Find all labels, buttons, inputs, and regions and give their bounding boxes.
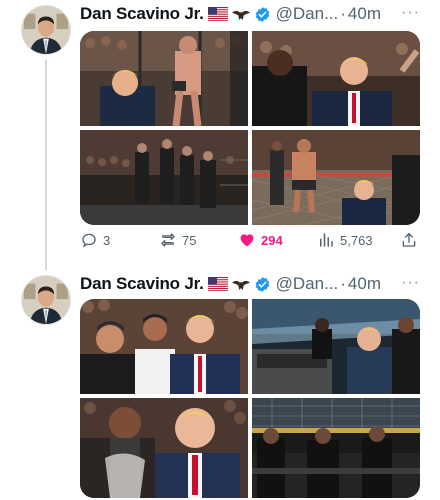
arena-seats-photo[interactable] [252,299,420,394]
repost-button[interactable]: 75 [159,231,196,249]
eagle-icon [231,279,250,290]
more-options-icon[interactable]: ··· [401,4,420,22]
tweet-actions: 3 75 294 5,763 [80,230,418,250]
share-icon [402,232,416,247]
tweet-1[interactable]: Dan Scavino Jr. @Dan... · 40m ··· 3 75 2… [0,0,440,262]
avatar[interactable] [21,5,71,55]
eagle-icon [231,9,250,20]
author-handle[interactable]: @Dan... [276,274,339,294]
more-options-icon[interactable]: ··· [401,274,420,292]
us-flag-icon [207,7,228,21]
views-chart-icon [320,233,333,247]
author-handle[interactable]: @Dan... [276,4,339,24]
us-flag-icon [207,277,228,291]
crowd-close-photo[interactable] [80,398,248,498]
media-grid [80,299,420,498]
like-button[interactable]: 294 [238,231,283,249]
views-count: 5,763 [340,232,373,248]
media-grid [80,31,420,225]
heart-filled-icon [240,234,254,247]
like-count: 294 [261,232,283,248]
separator-dot: · [340,4,346,23]
views-button[interactable]: 5,763 [317,231,373,249]
reply-count: 3 [103,232,111,248]
tweet-header: Dan Scavino Jr. @Dan... · 40m [80,2,381,26]
reply-button[interactable]: 3 [80,231,110,249]
verified-badge-icon [255,6,269,22]
reply-icon [82,233,96,248]
repost-count: 75 [182,232,197,248]
verified-badge-icon [255,276,269,292]
ufc-octagon-photo-2[interactable] [252,31,420,126]
share-button[interactable] [400,231,418,249]
avatar[interactable] [21,275,71,325]
repost-icon [161,233,175,247]
ufc-octagon-photo-3[interactable] [80,130,248,225]
ufc-octagon-photo-4[interactable] [252,130,420,225]
tweet-2[interactable]: Dan Scavino Jr. @Dan... · 40m ··· [0,262,440,500]
crowd-group-photo[interactable] [80,299,248,394]
tweet-header: Dan Scavino Jr. @Dan... · 40m [80,272,381,296]
ufc-octagon-photo-1[interactable] [80,31,248,126]
author-name[interactable]: Dan Scavino Jr. [80,274,204,294]
octagon-side-photo[interactable] [252,398,420,498]
separator-dot: · [340,274,346,293]
author-name[interactable]: Dan Scavino Jr. [80,4,204,24]
timestamp[interactable]: 40m [348,274,381,294]
timestamp[interactable]: 40m [348,4,381,24]
